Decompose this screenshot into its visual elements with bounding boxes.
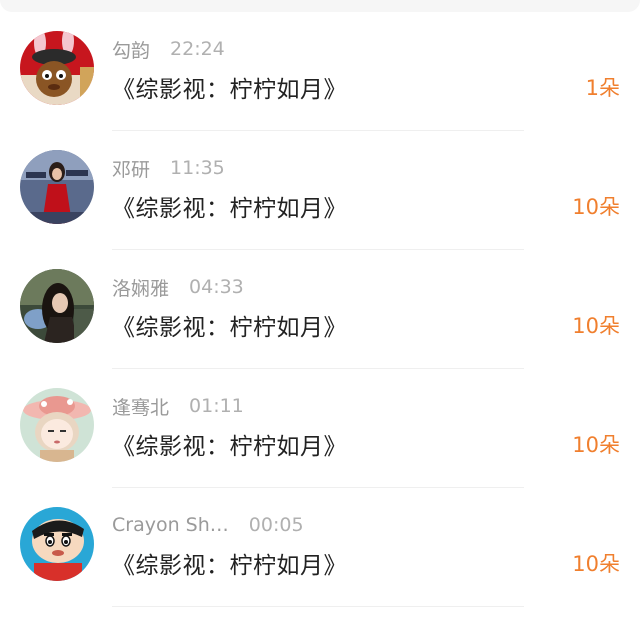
flower-count: 10朵 xyxy=(572,552,620,576)
avatar[interactable] xyxy=(20,269,94,343)
avatar[interactable] xyxy=(20,31,94,105)
meta-line: 勾韵 22:24 xyxy=(112,36,225,62)
meta-line: 逢骞北 01:11 xyxy=(112,393,244,419)
username[interactable]: 逢骞北 xyxy=(112,393,169,420)
list-item[interactable]: 逢骞北 01:11 《综影视：柠柠如月》 10朵 xyxy=(0,369,640,488)
woman-red-dress-avatar-icon xyxy=(20,150,94,224)
avatar[interactable] xyxy=(20,388,94,462)
meta-line: 邓研 11:35 xyxy=(112,155,225,181)
timestamp: 01:11 xyxy=(189,395,244,417)
anime-hat-girl-avatar-icon xyxy=(20,388,94,462)
avatar[interactable] xyxy=(20,507,94,581)
crayon-shinchan-avatar-icon xyxy=(20,507,94,581)
list-item[interactable]: 邓研 11:35 《综影视：柠柠如月》 10朵 xyxy=(0,131,640,250)
book-title[interactable]: 《综影视：柠柠如月》 xyxy=(112,189,347,223)
divider xyxy=(112,606,524,607)
username[interactable]: 勾韵 xyxy=(112,36,150,63)
username[interactable]: 洛娴雅 xyxy=(112,274,169,301)
gift-list: 勾韵 22:24 《综影视：柠柠如月》 1朵 邓研 11:35 《综影视：柠柠如… xyxy=(0,12,640,607)
meta-line: Crayon Sh… 00:05 xyxy=(112,512,304,538)
timestamp: 22:24 xyxy=(170,38,225,60)
dark-hair-girl-avatar-icon xyxy=(20,269,94,343)
book-title[interactable]: 《综影视：柠柠如月》 xyxy=(112,70,347,104)
top-strip xyxy=(0,0,640,12)
username[interactable]: 邓研 xyxy=(112,155,150,182)
timestamp: 11:35 xyxy=(170,157,225,179)
list-item[interactable]: 勾韵 22:24 《综影视：柠柠如月》 1朵 xyxy=(0,12,640,131)
timestamp: 04:33 xyxy=(189,276,244,298)
flower-count: 1朵 xyxy=(585,76,620,100)
book-title[interactable]: 《综影视：柠柠如月》 xyxy=(112,546,347,580)
meta-line: 洛娴雅 04:33 xyxy=(112,274,244,300)
bunny-cartoon-avatar-icon xyxy=(20,31,94,105)
list-item[interactable]: Crayon Sh… 00:05 《综影视：柠柠如月》 10朵 xyxy=(0,488,640,607)
timestamp: 00:05 xyxy=(248,514,304,536)
list-item[interactable]: 洛娴雅 04:33 《综影视：柠柠如月》 10朵 xyxy=(0,250,640,369)
flower-count: 10朵 xyxy=(572,433,620,457)
book-title[interactable]: 《综影视：柠柠如月》 xyxy=(112,427,347,461)
flower-count: 10朵 xyxy=(572,314,620,338)
username[interactable]: Crayon Sh… xyxy=(112,514,229,536)
flower-count: 10朵 xyxy=(572,195,620,219)
avatar[interactable] xyxy=(20,150,94,224)
book-title[interactable]: 《综影视：柠柠如月》 xyxy=(112,308,347,342)
